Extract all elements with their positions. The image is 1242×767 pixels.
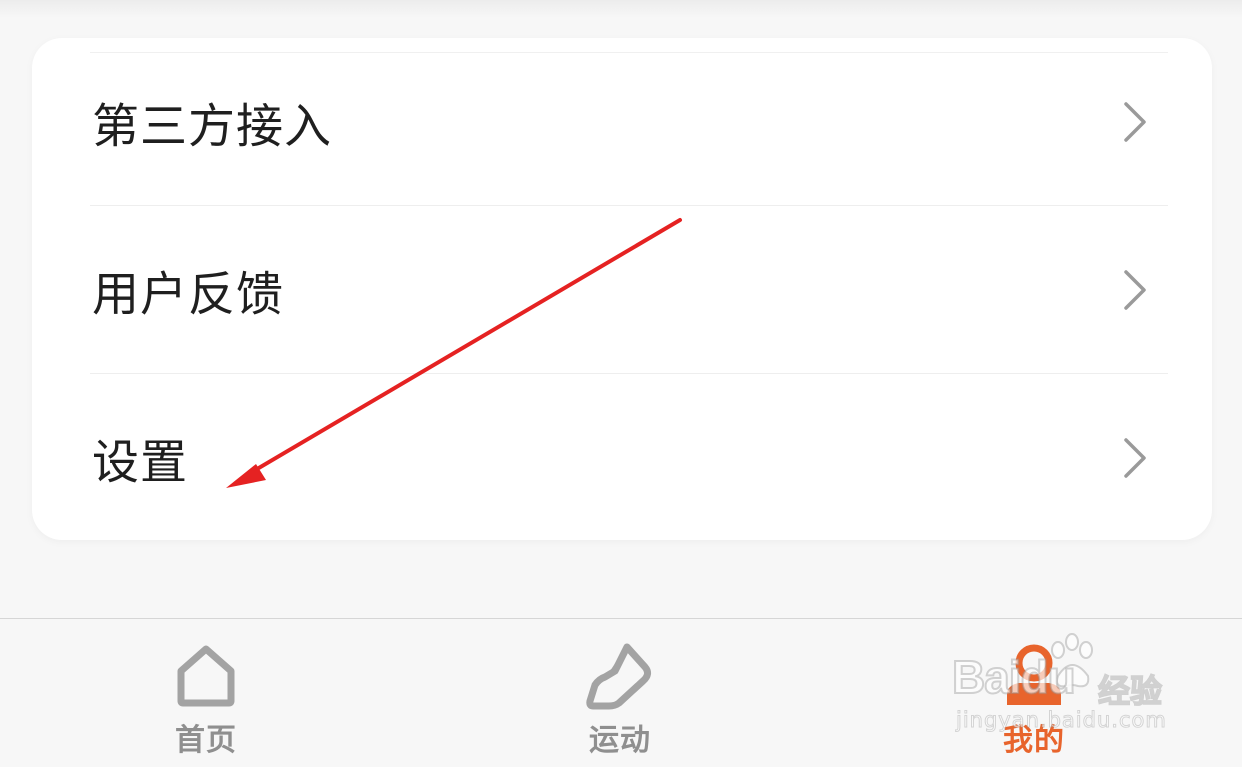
menu-item-settings[interactable]: 设置 [32,374,1212,540]
chevron-right-icon [1124,438,1146,478]
home-icon [177,645,235,707]
sneaker-icon [586,643,652,710]
menu-item-label: 设置 [92,435,188,491]
settings-menu-card: 第三方接入 用户反馈 设置 [32,38,1212,540]
tab-mine[interactable]: 我的 [934,619,1134,767]
top-shadow [0,0,1242,18]
tab-home[interactable]: 首页 [106,619,306,767]
chevron-right-icon [1124,102,1146,142]
menu-item-label: 用户反馈 [92,267,284,323]
menu-item-label: 第三方接入 [92,99,332,155]
menu-item-third-party-access[interactable]: 第三方接入 [32,38,1212,206]
menu-item-user-feedback[interactable]: 用户反馈 [32,206,1212,374]
tab-label: 运动 [589,723,651,758]
chevron-right-icon [1124,270,1146,310]
user-icon [1007,644,1061,705]
tab-sport[interactable]: 运动 [520,619,720,767]
tab-label: 我的 [1003,723,1065,758]
bottom-tab-bar: 首页 运动 我的 [0,618,1242,767]
tab-label: 首页 [175,723,237,758]
